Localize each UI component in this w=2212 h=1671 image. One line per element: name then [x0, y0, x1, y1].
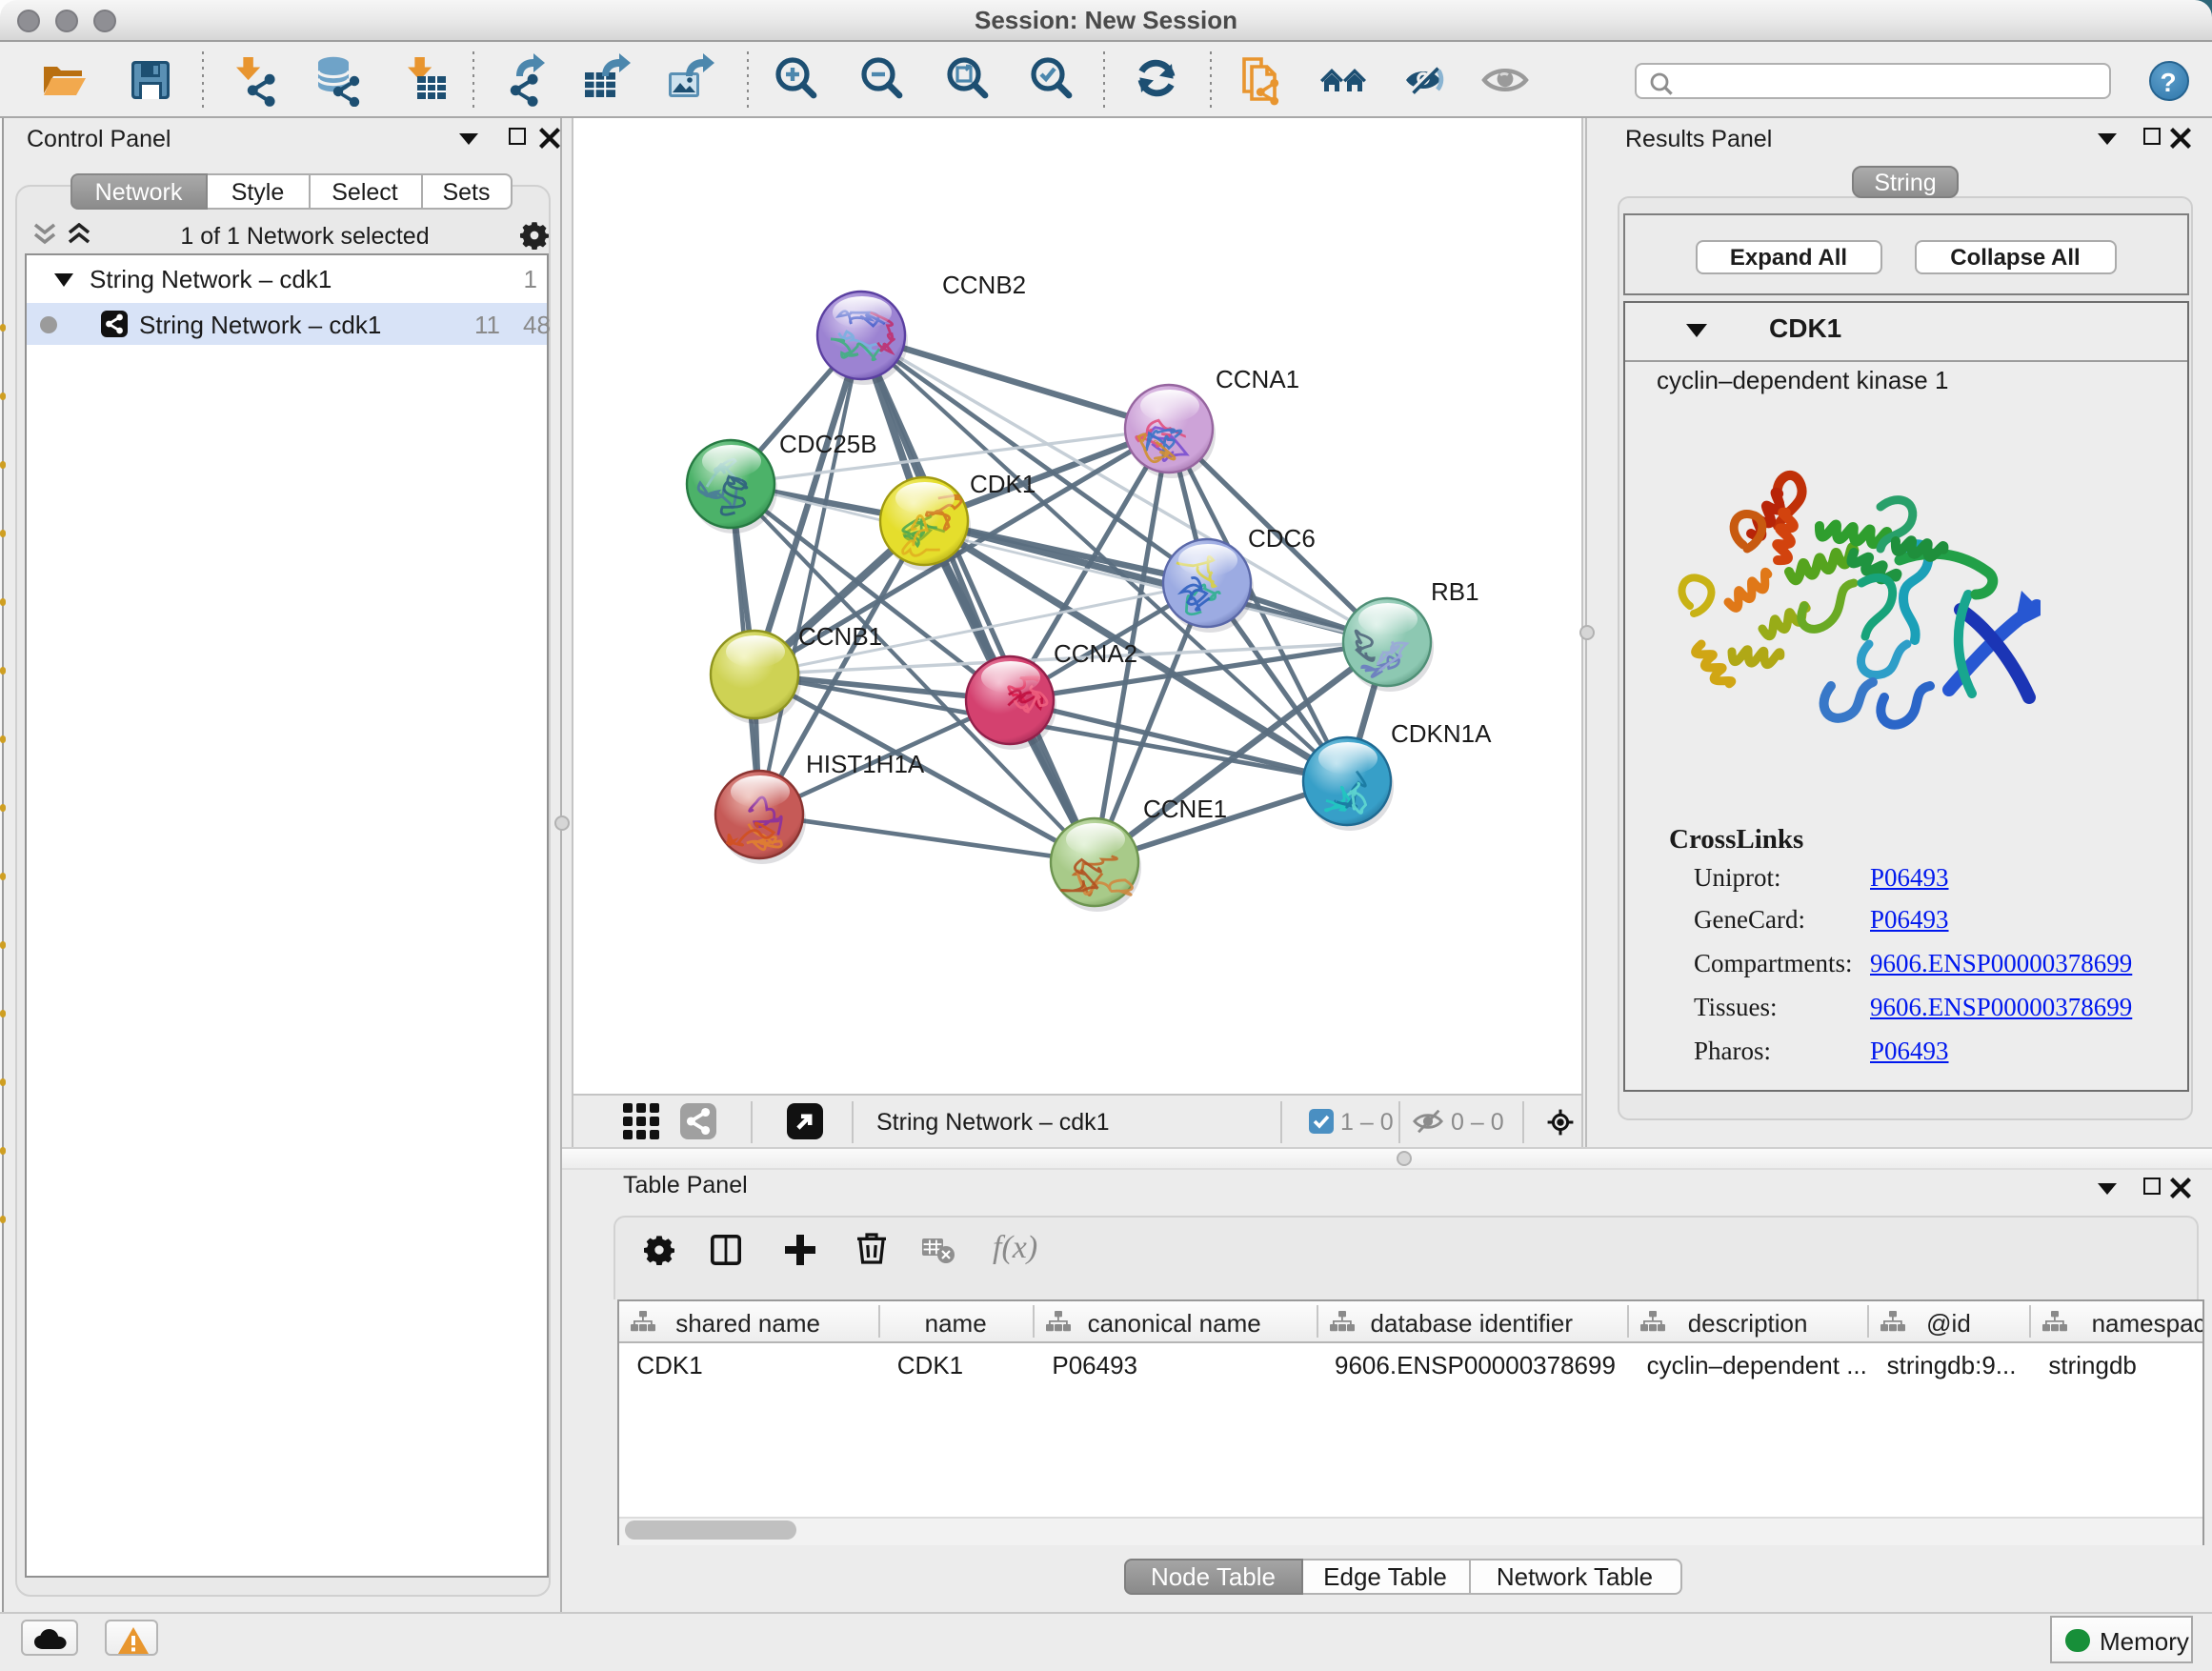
svg-text:CCNA2: CCNA2	[1053, 639, 1136, 668]
svg-text:CCNB2: CCNB2	[941, 271, 1025, 299]
svg-text:RB1: RB1	[1430, 577, 1478, 606]
svg-text:CCNE1: CCNE1	[1142, 795, 1226, 823]
svg-text:CCNB1: CCNB1	[797, 622, 881, 651]
svg-text:CDK1: CDK1	[969, 470, 1035, 498]
svg-text:CDC6: CDC6	[1247, 524, 1315, 553]
svg-text:CDKN1A: CDKN1A	[1390, 719, 1491, 748]
svg-text:CDC25B: CDC25B	[778, 430, 876, 458]
svg-text:HIST1H1A: HIST1H1A	[805, 750, 924, 778]
svg-text:CCNA1: CCNA1	[1215, 365, 1298, 393]
